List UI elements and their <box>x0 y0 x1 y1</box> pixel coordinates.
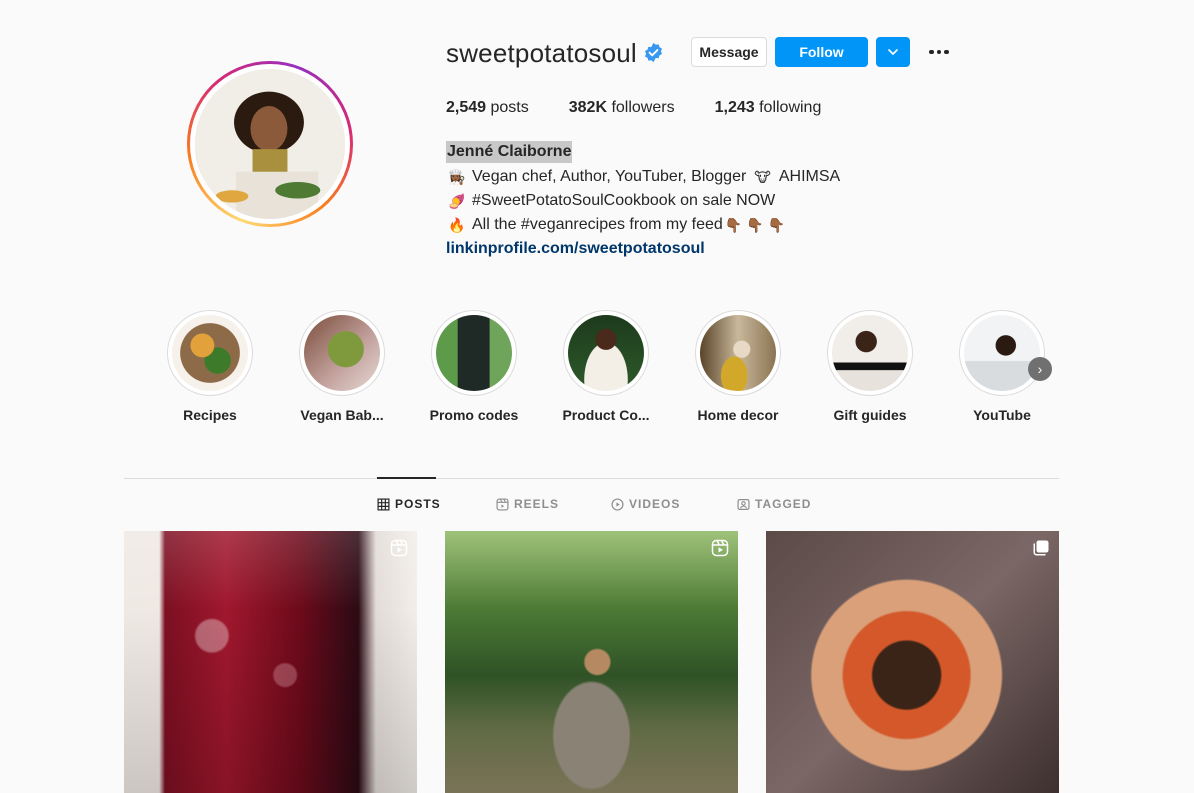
verified-badge-icon <box>645 42 662 63</box>
tab-tagged[interactable]: TAGGED <box>737 497 811 511</box>
highlight-cover <box>172 315 248 391</box>
profile-stats: 2,549 posts 382K followers 1,243 followi… <box>446 99 861 117</box>
highlights-next-arrow-icon[interactable]: › <box>1028 357 1052 381</box>
followers-count-value: 382K <box>568 99 607 116</box>
bio-line-1-text: Vegan chef, Author, YouTuber, Blogger <box>472 168 747 185</box>
highlight-label: Gift guides <box>833 407 907 423</box>
posts-count: 2,549 posts <box>446 99 529 117</box>
profile-picture-ring[interactable] <box>187 61 353 227</box>
followers-count-label: followers <box>611 99 675 116</box>
followers-count[interactable]: 382K followers <box>569 99 675 117</box>
following-count-label: following <box>759 99 822 116</box>
fire-emoji-icon: 🔥 <box>448 216 466 233</box>
active-tab-indicator <box>377 477 436 479</box>
tab-posts[interactable]: POSTS <box>377 497 441 511</box>
tab-reels[interactable]: REELS <box>496 497 559 511</box>
tabs-divider <box>124 478 1059 479</box>
post-thumbnail[interactable] <box>445 531 738 793</box>
highlight-product-co[interactable]: Product Co... <box>551 310 661 423</box>
highlight-gift-guides[interactable]: Gift guides <box>815 310 925 423</box>
reel-icon <box>711 539 729 557</box>
profile-username: sweetpotatosoul <box>446 38 637 68</box>
following-count[interactable]: 1,243 following <box>715 99 822 117</box>
highlight-cover <box>436 315 512 391</box>
highlight-recipes[interactable]: Recipes <box>155 310 265 423</box>
highlight-cover <box>700 315 776 391</box>
bio-link[interactable]: linkinprofile.com/sweetpotatosoul <box>446 240 705 258</box>
message-button[interactable]: Message <box>691 37 767 67</box>
follow-button[interactable]: Follow <box>775 37 868 67</box>
bio-line-2-text: #SweetPotatoSoulCookbook on sale NOW <box>472 192 776 209</box>
bio-line-3-text: All the #veganrecipes from my feed <box>472 216 723 233</box>
cow-emoji-icon: 🐮 <box>754 168 771 185</box>
tab-videos[interactable]: VIDEOS <box>611 497 680 511</box>
highlight-label: Promo codes <box>429 407 519 423</box>
chevron-down-icon <box>888 49 898 55</box>
highlight-vegan-baby[interactable]: Vegan Bab... <box>287 310 397 423</box>
highlight-promo-codes[interactable]: Promo codes <box>419 310 529 423</box>
bio-line-3: 🔥 All the #veganrecipes from my feed 👇🏾 … <box>448 216 785 234</box>
bio-line-2: 🍠 #SweetPotatoSoulCookbook on sale NOW <box>448 192 775 210</box>
highlight-label: Product Co... <box>562 407 650 423</box>
following-count-value: 1,243 <box>714 99 755 116</box>
highlight-cover <box>304 315 380 391</box>
bio-line-1-suffix: AHIMSA <box>778 168 841 185</box>
post-thumbnail[interactable] <box>124 531 417 793</box>
tab-reels-label: REELS <box>514 497 560 511</box>
more-options-icon[interactable] <box>926 42 952 62</box>
sweet-potato-emoji-icon: 🍠 <box>448 192 466 209</box>
carousel-multiple-icon <box>1033 540 1049 556</box>
profile-full-name: Jenné Claiborne <box>446 141 573 163</box>
highlight-ring <box>959 310 1045 396</box>
post-thumbnail[interactable] <box>766 531 1059 793</box>
highlight-label: Vegan Bab... <box>300 407 384 423</box>
profile-picture-frame <box>190 64 350 224</box>
highlight-label: Home decor <box>697 407 779 423</box>
reel-icon <box>390 539 408 557</box>
highlight-home-decor[interactable]: Home decor <box>683 310 793 423</box>
highlight-ring <box>827 310 913 396</box>
grid-icon <box>377 497 390 511</box>
tab-videos-label: VIDEOS <box>629 497 681 511</box>
profile-photo-illustration <box>195 69 345 219</box>
highlight-label: YouTube <box>973 407 1031 423</box>
pointing-down-emoji-icon: 👇🏾 👇🏾 👇🏾 <box>724 216 785 233</box>
posts-count-value: 2,549 <box>446 99 487 116</box>
highlight-cover <box>964 315 1040 391</box>
posts-count-label: posts <box>490 99 529 116</box>
highlight-label: Recipes <box>183 407 237 423</box>
profile-picture <box>195 69 345 219</box>
tab-posts-label: POSTS <box>395 497 441 511</box>
chef-emoji-icon: 👩🏾‍🍳 <box>448 168 466 185</box>
bio-line-1: 👩🏾‍🍳 Vegan chef, Author, YouTuber, Blogg… <box>448 168 840 186</box>
highlight-ring <box>695 310 781 396</box>
highlight-ring <box>299 310 385 396</box>
highlight-ring <box>431 310 517 396</box>
tab-tagged-label: TAGGED <box>755 497 812 511</box>
reels-icon <box>496 497 509 511</box>
highlight-cover <box>832 315 908 391</box>
highlight-ring <box>167 310 253 396</box>
video-play-icon <box>611 497 624 511</box>
suggested-accounts-dropdown-button[interactable] <box>876 37 910 67</box>
highlight-cover <box>568 315 644 391</box>
highlight-ring <box>563 310 649 396</box>
tagged-person-icon <box>737 498 750 510</box>
